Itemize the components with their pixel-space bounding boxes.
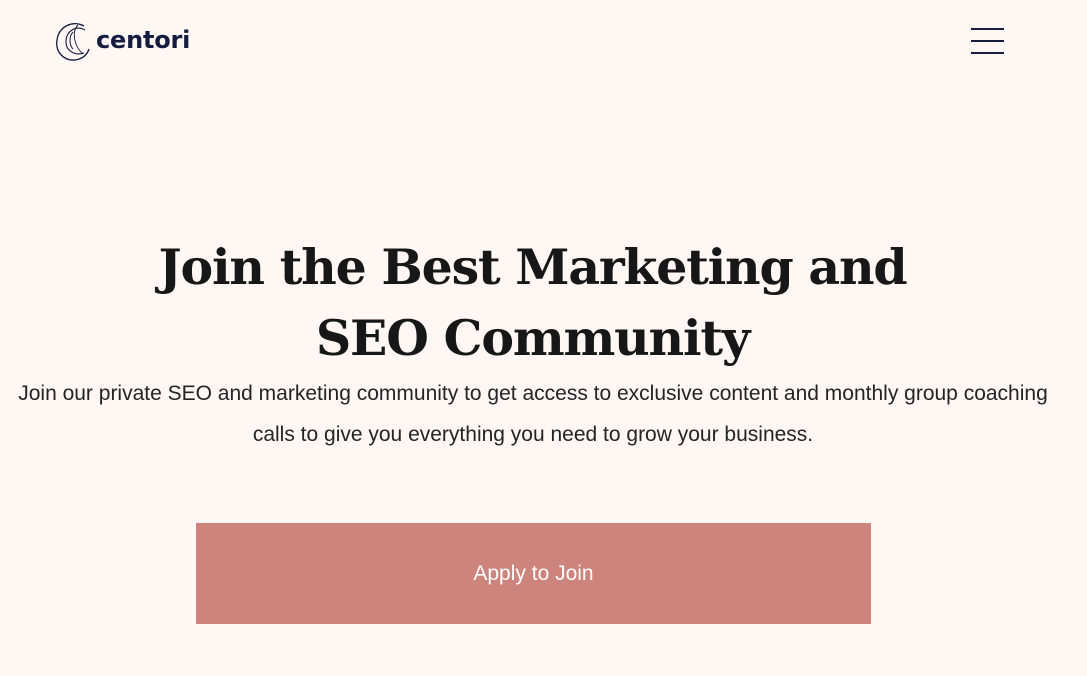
site-header: centori <box>0 0 1087 82</box>
menu-line-top <box>971 28 1004 30</box>
menu-line-bottom <box>971 52 1004 54</box>
brand-name: centori <box>96 25 191 54</box>
apply-to-join-button[interactable]: Apply to Join <box>196 523 871 624</box>
brand-logo-link[interactable]: centori <box>55 20 190 62</box>
hero-description: Join our private SEO and marketing commu… <box>18 382 1048 446</box>
hero-title: Join the Best Marketing and SEO Communit… <box>158 238 908 367</box>
menu-button[interactable] <box>971 28 1005 54</box>
centori-logo-icon <box>56 23 90 61</box>
menu-line-middle <box>971 40 1004 42</box>
